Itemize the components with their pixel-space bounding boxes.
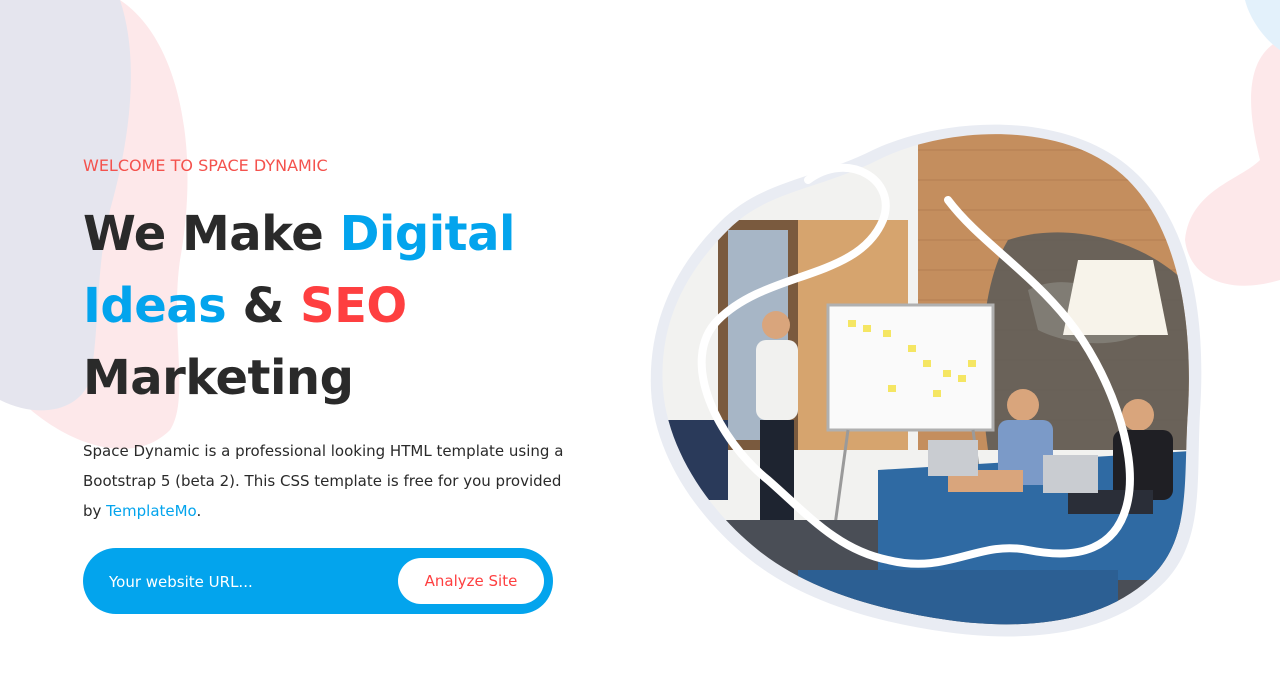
hero-text: WELCOME TO SPACE DYNAMIC We Make Digital…: [83, 150, 623, 526]
hero-headline: We Make Digital Ideas & SEO Marketing: [83, 198, 623, 414]
website-url-input[interactable]: [107, 566, 371, 598]
templatemo-link[interactable]: TemplateMo: [106, 502, 196, 520]
headline-part-digital: Digital: [339, 206, 516, 262]
page: WELCOME TO SPACE DYNAMIC We Make Digital…: [0, 0, 1280, 700]
description-end: .: [196, 502, 202, 520]
headline-part-seo: SEO: [300, 278, 407, 334]
office-scene: [662, 134, 1189, 625]
blob-blue-right: [1245, 0, 1280, 50]
headline-part-amp: &: [226, 278, 301, 334]
url-search-form: Analyze Site: [83, 548, 553, 614]
headline-part-1: We Make: [83, 206, 340, 262]
analyze-site-button[interactable]: Analyze Site: [398, 558, 544, 604]
headline-part-ideas: Ideas: [83, 278, 227, 334]
headline-part-marketing: Marketing: [83, 350, 354, 406]
hero-description: Space Dynamic is a professional looking …: [83, 436, 583, 526]
hero-image: [650, 124, 1202, 637]
hero-eyebrow: WELCOME TO SPACE DYNAMIC: [83, 156, 328, 175]
